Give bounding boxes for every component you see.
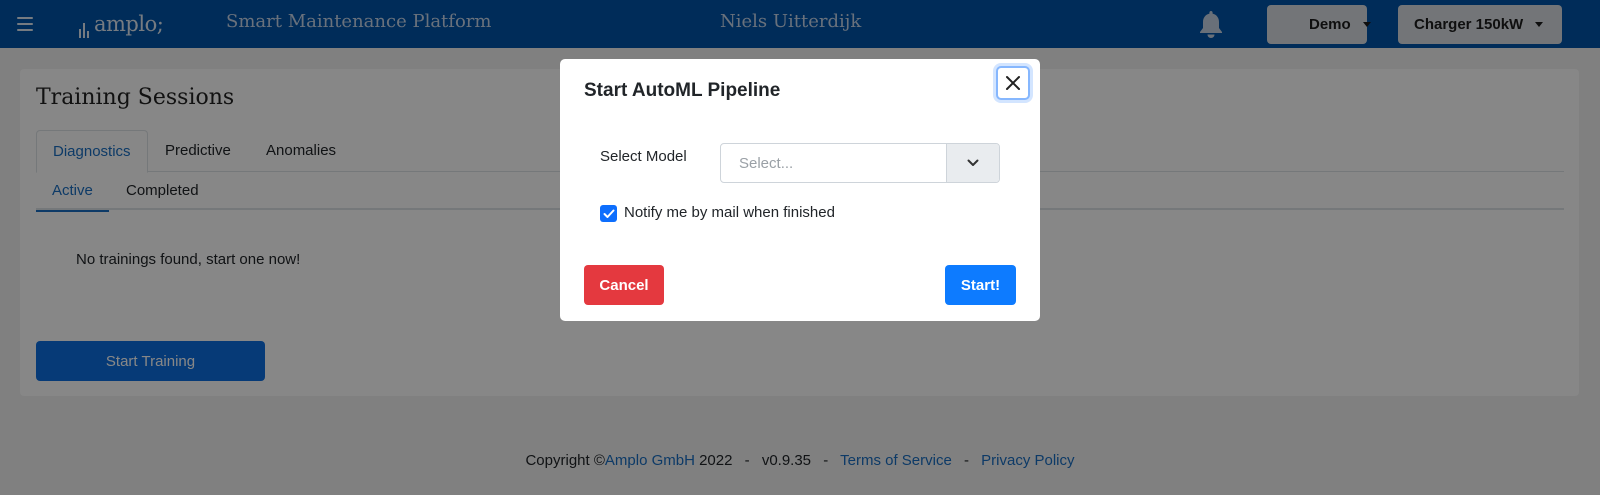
chevron-down-icon [967,159,979,166]
select-toggle-button[interactable] [946,144,999,182]
close-button[interactable] [996,66,1030,100]
notify-checkbox-label[interactable]: Notify me by mail when finished [624,204,835,221]
close-icon [1006,76,1020,90]
select-model-label: Select Model [600,148,687,165]
select-placeholder: Select... [739,155,794,172]
notify-checkbox[interactable] [600,205,617,222]
cancel-button[interactable]: Cancel [584,265,664,305]
start-button[interactable]: Start! [945,265,1016,305]
model-select[interactable]: Select... [720,143,1000,183]
modal-title: Start AutoML Pipeline [584,80,781,101]
automl-modal: Start AutoML Pipeline Select Model Selec… [560,59,1040,321]
checkmark-icon [603,209,614,218]
